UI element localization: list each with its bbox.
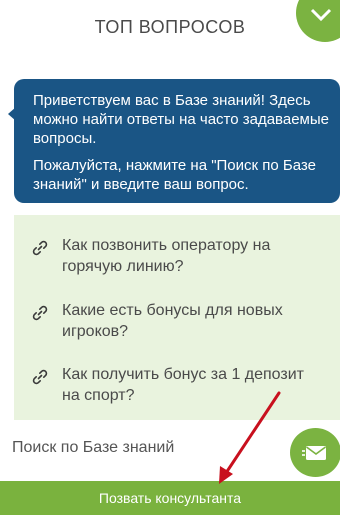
search-bar bbox=[0, 420, 340, 478]
call-consultant-button[interactable]: Позвать консультанта bbox=[0, 481, 340, 515]
chevron-down-icon bbox=[310, 8, 332, 22]
welcome-text: Приветствуем вас в Базе знаний! Здесь мо… bbox=[33, 92, 329, 147]
header: ТОП ВОПРОСОВ bbox=[0, 0, 340, 60]
faq-question: Какие есть бонусы для новых игроков? bbox=[62, 302, 283, 340]
page-title: ТОП ВОПРОСОВ bbox=[94, 17, 246, 37]
link-icon bbox=[32, 369, 48, 385]
envelope-send-icon bbox=[301, 445, 326, 460]
link-icon bbox=[32, 240, 48, 256]
search-input[interactable] bbox=[12, 434, 272, 462]
faq-item[interactable]: Какие есть бонусы для новых игроков? bbox=[30, 300, 320, 342]
welcome-instruction: Пожалуйста, нажмите на "Поиск по Базе зн… bbox=[33, 157, 316, 193]
faq-question: Как позвонить оператору на горячую линию… bbox=[62, 237, 271, 275]
link-icon bbox=[32, 305, 48, 321]
faq-item[interactable]: Как позвонить оператору на горячую линию… bbox=[30, 235, 320, 277]
faq-list: Как позвонить оператору на горячую линию… bbox=[14, 215, 340, 425]
faq-item[interactable]: Как получить бонус за 1 депозит на спорт… bbox=[30, 364, 320, 406]
welcome-message: Приветствуем вас в Базе знаний! Здесь мо… bbox=[8, 79, 340, 203]
faq-question: Как получить бонус за 1 депозит на спорт… bbox=[62, 366, 304, 404]
send-button[interactable] bbox=[290, 428, 340, 477]
